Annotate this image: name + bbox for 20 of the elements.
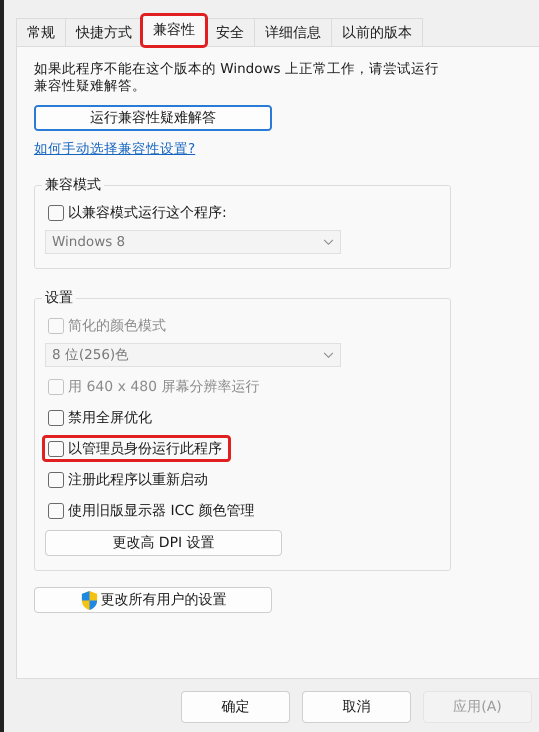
- tab[interactable]: 兼容性: [142, 15, 206, 46]
- checkbox[interactable]: 使用旧版显示器 ICC 颜色管理: [42, 497, 264, 524]
- group-title: 兼容模式: [44, 176, 102, 194]
- description-text: 如果此程序不能在这个版本的 Windows 上正常工作，请尝试运行兼容性疑难解答。: [34, 61, 440, 95]
- chevron-down-icon: [323, 352, 334, 358]
- chevron-down-icon: [323, 238, 334, 246]
- help-link[interactable]: 如何手动选择兼容性设置?: [34, 140, 196, 158]
- shield-icon: [80, 590, 98, 610]
- checkbox[interactable]: 以管理员身份运行此程序: [42, 435, 231, 462]
- tab[interactable]: 常规: [16, 18, 66, 46]
- all-users-button[interactable]: 更改所有用户的设置: [34, 587, 272, 613]
- dialog-button[interactable]: 取消: [302, 691, 411, 723]
- checkbox[interactable]: 注册此程序以重新启动: [42, 466, 217, 493]
- dpi-settings-button[interactable]: 更改高 DPI 设置: [45, 530, 282, 556]
- troubleshoot-button[interactable]: 运行兼容性疑难解答: [34, 105, 272, 131]
- checkbox[interactable]: 以兼容模式运行这个程序:: [42, 199, 236, 226]
- tab[interactable]: 以前的版本: [331, 18, 423, 46]
- dialog-button[interactable]: 确定: [181, 691, 290, 723]
- group-title: 设置: [44, 289, 74, 307]
- checkbox[interactable]: 禁用全屏优化: [42, 404, 161, 431]
